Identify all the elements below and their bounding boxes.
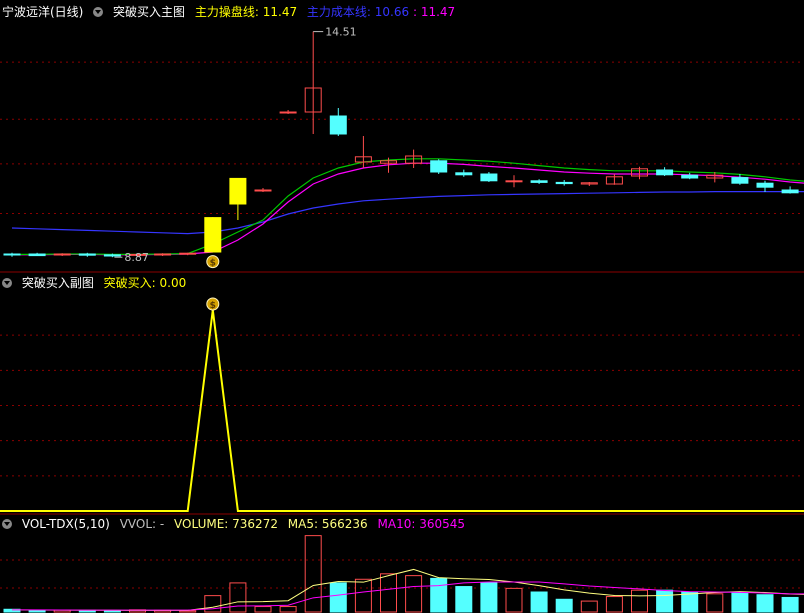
stock-name: 宁波远洋(日线) (2, 5, 84, 19)
manip-line-label: 主力操盘线: 11.47 (194, 5, 298, 19)
candle-body (329, 115, 347, 135)
volume-bar (555, 598, 573, 613)
volume-bar (430, 577, 448, 613)
main-indicator-name[interactable]: 突破买入主图 (113, 5, 185, 19)
candle-body (154, 253, 172, 256)
candle-body (756, 182, 774, 188)
main-panel-header: 宁波远洋(日线) 突破买入主图 主力操盘线: 11.47 主力成本线: 10.6… (2, 4, 461, 20)
low-marker-label: 8.87 (124, 251, 148, 264)
chevron-down-icon[interactable] (2, 519, 12, 529)
candle-body (430, 160, 448, 173)
candle-body (781, 189, 799, 194)
candle-body (103, 254, 121, 257)
volume-label: VOLUME: 736272 (174, 517, 278, 531)
candle-body (204, 217, 222, 253)
volume-bar (681, 591, 699, 613)
sub-indicator-name[interactable]: 突破买入副图 (22, 276, 94, 290)
vol-panel-header: VOL-TDX(5,10) VVOL: - VOLUME: 736272 MA5… (2, 516, 471, 532)
ma5-label: MA5: 566236 (287, 517, 368, 531)
volume-bar (179, 610, 197, 613)
volume-bar (706, 593, 724, 613)
money-bag-icon-glyph: $ (210, 301, 216, 311)
volume-bar (380, 573, 397, 613)
volume-bar (631, 589, 648, 613)
candle-body (279, 111, 297, 114)
volume-bar (254, 606, 272, 613)
volume-bar (731, 591, 749, 613)
volume-bar (530, 591, 548, 613)
volume-bar (605, 596, 623, 613)
vol-indicator-name[interactable]: VOL-TDX(5,10) (22, 517, 110, 531)
volume-bar (28, 610, 46, 613)
cost-line-label: 主力成本线: 10.66 (306, 5, 410, 19)
candle-body (530, 180, 548, 183)
candle-body (555, 181, 573, 185)
volume-bar (656, 589, 674, 613)
volume-bar (405, 575, 423, 613)
volume-bar (354, 578, 372, 613)
volume-bar (505, 587, 523, 613)
candle-body (656, 169, 674, 176)
manip-line (12, 158, 804, 255)
volume-bar (580, 600, 598, 613)
vvol-label: VVOL: - (119, 517, 165, 531)
candle-body (3, 253, 21, 256)
candle-body (28, 253, 46, 257)
candle-body (53, 253, 71, 256)
chevron-down-icon[interactable] (93, 7, 104, 17)
volume-bar (103, 610, 121, 613)
long-line (11, 191, 804, 235)
sub-value-label: 突破买入: 0.00 (103, 276, 187, 290)
ma10-label: MA10: 360545 (377, 517, 466, 531)
volume-bar (329, 582, 347, 613)
volume-bar (781, 596, 799, 613)
extra-value-label: : 11.47 (412, 5, 456, 19)
volume-bar (279, 606, 297, 613)
candle-body (681, 174, 699, 179)
high-marker-label: 14.51 (325, 26, 357, 39)
candle-body (78, 253, 96, 256)
sub-panel-header: 突破买入副图 突破买入: 0.00 (2, 275, 192, 291)
candle-body (254, 189, 272, 192)
volume-bar (480, 582, 498, 613)
volume-bar (756, 594, 774, 613)
money-bag-icon-glyph: $ (210, 259, 216, 269)
volume-bar (229, 582, 247, 613)
candle-body (179, 252, 197, 255)
volume-bar (455, 586, 473, 613)
candle-body (505, 180, 523, 183)
signal-line (0, 309, 804, 512)
candle-body (480, 173, 498, 182)
candle-body (455, 172, 473, 176)
candle-body (731, 177, 749, 184)
volume-bar (304, 535, 322, 613)
candle-body (229, 177, 247, 205)
chevron-down-icon[interactable] (2, 278, 12, 288)
